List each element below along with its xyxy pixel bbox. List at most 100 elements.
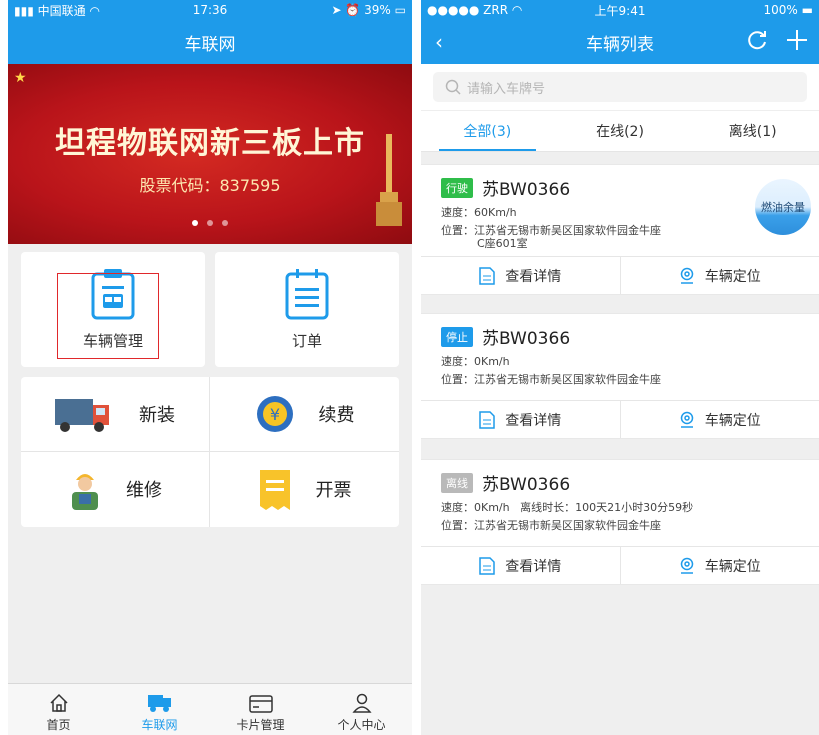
promo-banner[interactable]: ★ 坦程物联网新三板上市 股票代码：837595 xyxy=(8,64,412,244)
plate-number: 苏BW0366 xyxy=(482,475,571,495)
nav-bar: ‹ 车辆列表 xyxy=(421,20,819,64)
vehicle-info[interactable]: 离线 苏BW0366 速度：0Km/h 离线时长：100天21小时30分59秒 … xyxy=(421,460,819,546)
worker-icon xyxy=(72,474,98,511)
locate-vehicle-button[interactable]: 车辆定位 xyxy=(621,547,819,584)
page-title: 车联网 xyxy=(184,34,236,55)
vehicle-info[interactable]: 行驶 苏BW0366 速度：60Km/h 位置：江苏省无锡市新吴区国家软件园金牛… xyxy=(421,165,819,256)
add-icon[interactable] xyxy=(785,28,809,52)
search-icon xyxy=(445,79,461,95)
service-label: 新装 xyxy=(139,404,175,426)
status-bar: ▮▮▮ 中国联通 ◠ 17:36 ➤ ⏰ 39% ▭ xyxy=(8,0,412,20)
document-icon xyxy=(479,266,495,285)
nav-actions xyxy=(745,28,809,52)
plate-number: 苏BW0366 xyxy=(482,329,571,349)
card-label: 订单 xyxy=(291,332,322,350)
search-bar: 请输入车牌号 xyxy=(421,64,819,110)
service-renew[interactable]: ¥ 续费 xyxy=(210,377,399,452)
carousel-dot[interactable] xyxy=(192,220,198,226)
nav-bar: 车联网 xyxy=(8,20,412,64)
vehicle-list-screen: ●●●●● ZRR ◠ 上午9:41 100% ▬ ‹ 车辆列表 请输入车牌号 … xyxy=(421,0,819,735)
flag-icon: ★ xyxy=(14,70,27,86)
battery-icon: ▭ xyxy=(394,3,406,17)
search-placeholder: 请输入车牌号 xyxy=(467,81,546,97)
speed-line: 速度：0Km/h xyxy=(441,355,510,368)
home-screen: ▮▮▮ 中国联通 ◠ 17:36 ➤ ⏰ 39% ▭ 车联网 ★ 坦程物联网新三… xyxy=(8,0,412,735)
view-details-button[interactable]: 查看详情 xyxy=(421,401,621,438)
main-cards: 车辆管理 订单 xyxy=(8,244,412,367)
back-icon[interactable]: ‹ xyxy=(435,30,443,54)
location-pin-icon xyxy=(680,411,693,428)
tab-online[interactable]: 在线(2) xyxy=(554,111,687,151)
service-label: 续费 xyxy=(318,404,355,426)
speed-line: 速度：60Km/h xyxy=(441,206,517,219)
order-list-icon xyxy=(285,269,329,320)
location-line: 位置：江苏省无锡市新吴区国家软件园金牛座 xyxy=(441,373,661,386)
tab-profile[interactable]: 个人中心 xyxy=(311,684,412,735)
location-pin-icon xyxy=(680,267,693,284)
svg-text:¥: ¥ xyxy=(269,405,279,424)
status-badge: 离线 xyxy=(441,472,473,493)
service-label: 开票 xyxy=(315,480,352,502)
locate-vehicle-button[interactable]: 车辆定位 xyxy=(621,257,819,294)
tab-iov[interactable]: 车联网 xyxy=(109,684,210,735)
location-pin-icon xyxy=(680,557,693,574)
yuan-renew-icon: ¥ xyxy=(256,395,293,432)
tab-home[interactable]: 首页 xyxy=(8,684,109,735)
page-title: 车辆列表 xyxy=(586,34,654,55)
locate-vehicle-button[interactable]: 车辆定位 xyxy=(621,401,819,438)
vehicle-info[interactable]: 停止 苏BW0366 速度：0Km/h 位置：江苏省无锡市新吴区国家软件园金牛座 xyxy=(421,314,819,400)
home-icon xyxy=(49,693,68,712)
speed-line: 速度：0Km/h 离线时长：100天21小时30分59秒 xyxy=(441,501,694,514)
status-badge: 行驶 xyxy=(441,177,473,198)
truck-icon xyxy=(55,398,109,432)
plate-number: 苏BW0366 xyxy=(482,180,571,200)
wifi-icon: ◠ xyxy=(89,3,100,18)
vehicle-card: 行驶 苏BW0366 速度：60Km/h 位置：江苏省无锡市新吴区国家软件园金牛… xyxy=(421,164,819,295)
bottom-tab-bar: 首页 车联网 卡片管理 个人中心 xyxy=(8,683,412,735)
fuel-gauge[interactable]: 燃油余量 xyxy=(755,179,811,235)
monument-icon xyxy=(376,134,402,226)
vehicle-card: 离线 苏BW0366 速度：0Km/h 离线时长：100天21小时30分59秒 … xyxy=(421,459,819,585)
vehicle-actions: 查看详情 车辆定位 xyxy=(421,256,819,294)
tab-card-management[interactable]: 卡片管理 xyxy=(210,684,311,735)
invoice-icon xyxy=(259,470,290,511)
selection-highlight xyxy=(57,273,159,359)
card-icon xyxy=(248,695,273,713)
document-icon xyxy=(479,410,495,429)
carousel-dot[interactable] xyxy=(207,220,213,226)
view-details-button[interactable]: 查看详情 xyxy=(421,257,621,294)
screenshot-pair: ▮▮▮ 中国联通 ◠ 17:36 ➤ ⏰ 39% ▭ 车联网 ★ 坦程物联网新三… xyxy=(0,0,819,735)
service-label: 维修 xyxy=(126,480,162,502)
status-badge: 停止 xyxy=(441,326,473,347)
person-icon xyxy=(351,693,372,713)
truck-icon xyxy=(147,695,171,712)
service-repair[interactable]: 维修 xyxy=(21,451,210,527)
document-icon xyxy=(479,556,495,575)
location-line: 位置：江苏省无锡市新吴区国家软件园金牛座 xyxy=(441,224,661,237)
tab-offline[interactable]: 离线(1) xyxy=(686,111,819,151)
banner-title: 坦程物联网新三板上市 xyxy=(55,126,365,161)
location-line-2: C座601室 xyxy=(477,237,528,250)
search-input[interactable]: 请输入车牌号 xyxy=(433,72,807,102)
status-bar: ●●●●● ZRR ◠ 上午9:41 100% ▬ xyxy=(421,0,819,20)
carousel-dot[interactable] xyxy=(222,220,228,226)
banner-subtitle: 股票代码：837595 xyxy=(139,176,281,195)
order-card[interactable]: 订单 xyxy=(215,252,399,367)
service-new-install[interactable]: 新装 xyxy=(21,377,210,452)
vehicle-actions: 查看详情 车辆定位 xyxy=(421,400,819,438)
service-invoice[interactable]: 开票 xyxy=(210,452,399,528)
view-details-button[interactable]: 查看详情 xyxy=(421,547,621,584)
service-grid: 新装 ¥ 续费 维修 开票 xyxy=(21,377,399,527)
filter-tabs: 全部(3) 在线(2) 离线(1) xyxy=(421,110,819,152)
signal-icon: ▮▮▮ xyxy=(14,3,34,18)
refresh-icon[interactable] xyxy=(745,28,769,52)
location-line: 位置：江苏省无锡市新吴区国家软件园金牛座 xyxy=(441,519,661,532)
carousel-indicator[interactable] xyxy=(8,220,412,226)
tab-all[interactable]: 全部(3) xyxy=(421,111,554,151)
vehicle-management-card[interactable]: 车辆管理 xyxy=(21,252,205,367)
carrier: ▮▮▮ 中国联通 ◠ xyxy=(14,3,100,18)
battery: ➤ ⏰ 39% ▭ xyxy=(331,3,406,17)
vehicle-actions: 查看详情 车辆定位 xyxy=(421,546,819,584)
status-time: 上午9:41 xyxy=(594,3,646,18)
vehicle-card: 停止 苏BW0366 速度：0Km/h 位置：江苏省无锡市新吴区国家软件园金牛座… xyxy=(421,313,819,439)
